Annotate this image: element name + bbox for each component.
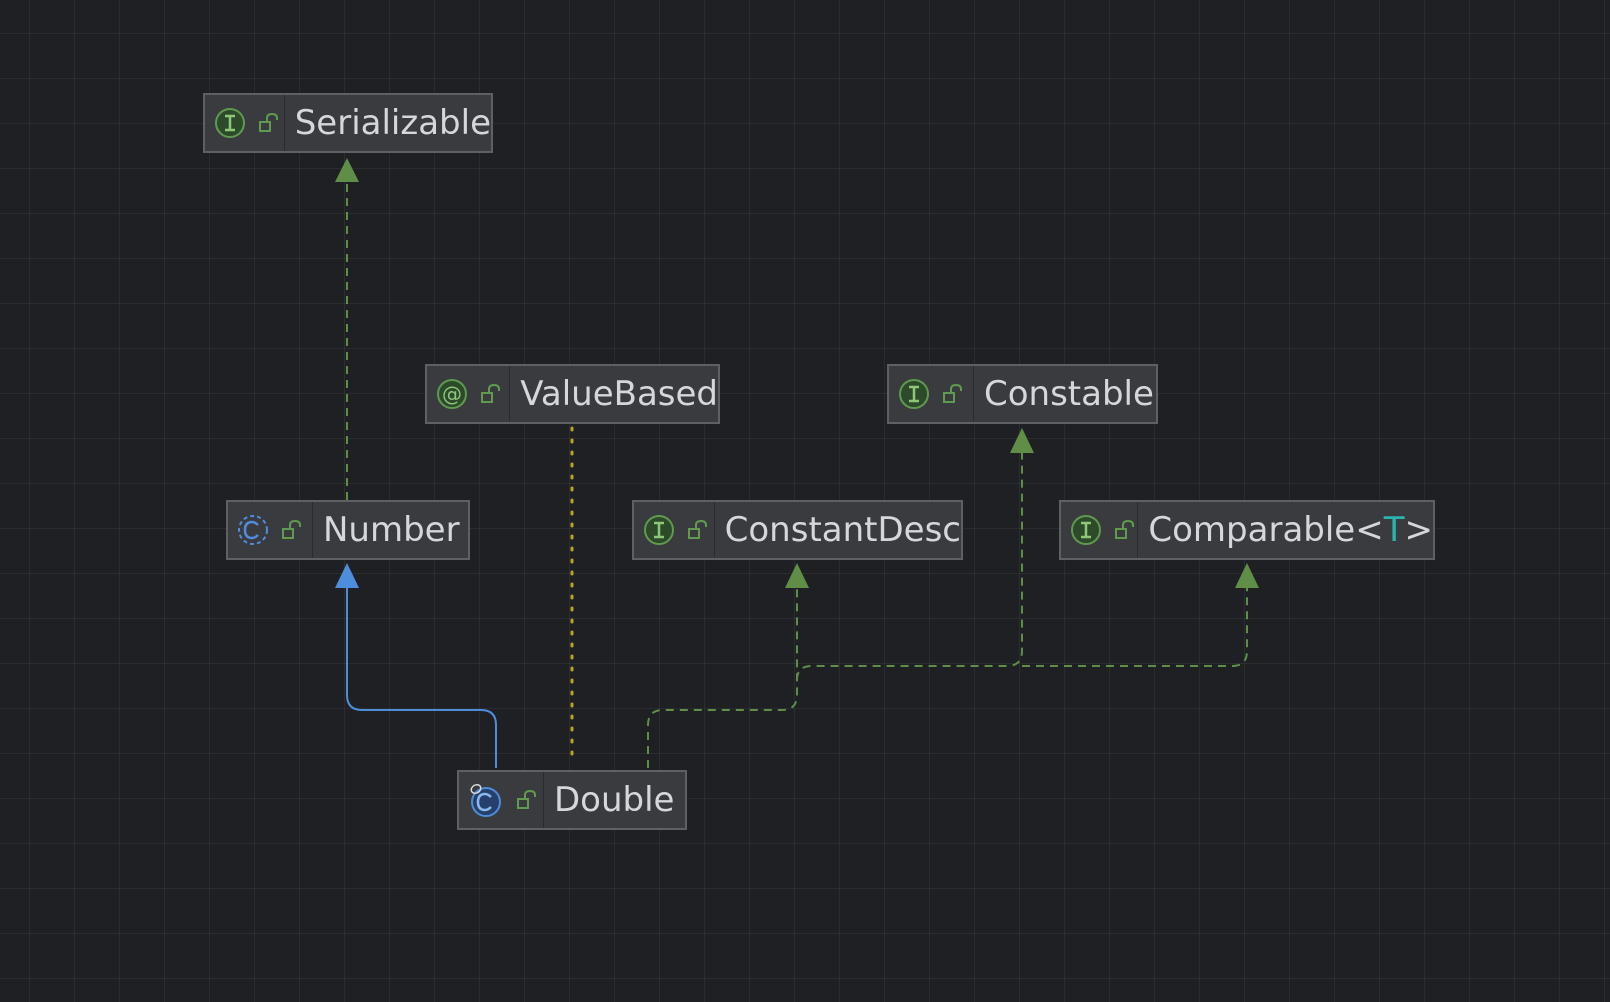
svg-text:@: @ [442, 382, 462, 406]
node-label: ValueBased [520, 374, 718, 414]
abstract-class-icon [238, 515, 268, 545]
edge-double-number [335, 563, 497, 768]
interface-icon [899, 379, 929, 409]
node-label: Number [323, 510, 460, 550]
public-lock-icon [259, 112, 278, 132]
public-lock-icon [943, 383, 962, 403]
interface-icon [644, 515, 674, 545]
node-double[interactable]: Double [457, 770, 687, 830]
edge-double-constantdesc [647, 563, 809, 768]
final-class-icon [470, 783, 501, 817]
public-lock-icon [282, 519, 301, 539]
node-label: Serializable [294, 103, 491, 143]
node-serializable[interactable]: Serializable [203, 93, 493, 153]
node-number[interactable]: Number [226, 500, 470, 560]
type-parameter: T [1383, 510, 1405, 550]
public-lock-icon [1115, 519, 1134, 539]
public-lock-icon [688, 519, 707, 539]
arrowhead-icon [1010, 428, 1034, 453]
edge-double-comparable [1022, 563, 1259, 667]
uml-diagram-canvas: Serializable @ ValueBased Constable Numb… [0, 0, 1610, 1002]
node-comparable[interactable]: Comparable<T> [1059, 500, 1435, 560]
interface-icon [1071, 515, 1101, 545]
arrowhead-icon [335, 158, 359, 182]
interface-icon [215, 108, 245, 138]
node-label: Constable [984, 374, 1154, 414]
edge-number-serializable [335, 158, 359, 500]
arrowhead-icon [785, 563, 809, 588]
public-lock-icon [481, 383, 500, 403]
node-label: ConstantDesc [724, 510, 961, 550]
public-lock-icon [517, 789, 536, 809]
node-constantdesc[interactable]: ConstantDesc [632, 500, 963, 560]
class-name: Comparable< [1148, 510, 1384, 550]
node-constable[interactable]: Constable [887, 364, 1158, 424]
annotation-icon: @ [437, 379, 467, 409]
arrowhead-icon [335, 563, 359, 588]
node-valuebased[interactable]: @ ValueBased [425, 364, 720, 424]
type-suffix: > [1404, 510, 1434, 550]
arrowhead-icon [1235, 563, 1259, 588]
node-label: Comparable<T> [1138, 510, 1433, 550]
node-label: Double [554, 780, 675, 820]
